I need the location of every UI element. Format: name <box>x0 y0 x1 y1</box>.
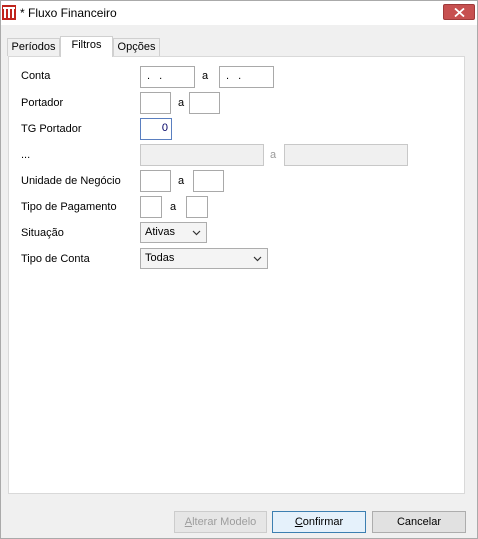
tg-portador-label: TG Portador <box>21 123 82 135</box>
tg-portador-field[interactable]: 0 <box>140 118 172 140</box>
close-button[interactable] <box>443 4 475 20</box>
tipo-pagamento-from-field[interactable] <box>140 196 162 218</box>
tab-filtros[interactable]: Filtros <box>60 36 113 57</box>
tipo-conta-selected-value: Todas <box>145 252 175 264</box>
confirmar-mnemonic: C <box>294 516 303 528</box>
unidade-negocio-label: Unidade de Negócio <box>21 175 121 187</box>
filters-panel: Conta . . a . . Portador a TG Portador 0… <box>8 56 465 494</box>
portador-separator: a <box>178 97 185 109</box>
conta-separator: a <box>202 70 209 82</box>
unidade-negocio-separator: a <box>178 175 185 187</box>
tipo-pagamento-separator: a <box>170 201 177 213</box>
alterar-modelo-button[interactable]: Alterar Modelo <box>174 511 267 533</box>
close-icon <box>454 8 465 17</box>
situacao-label: Situação <box>21 227 64 239</box>
window-title: * Fluxo Financeiro <box>20 6 117 20</box>
extra-filter-from-field <box>140 144 264 166</box>
chevron-down-icon <box>253 256 262 262</box>
alterar-modelo-label: lterar Modelo <box>192 516 257 528</box>
conta-to-field[interactable]: . . <box>219 66 274 88</box>
tipo-conta-dropdown[interactable]: Todas <box>140 248 268 269</box>
chevron-down-icon <box>192 230 201 236</box>
portador-label: Portador <box>21 97 64 109</box>
conta-label: Conta <box>21 70 51 82</box>
tab-label: Filtros <box>71 39 102 51</box>
tab-opcoes[interactable]: Opções <box>113 38 160 56</box>
unidade-negocio-to-field[interactable] <box>193 170 224 192</box>
portador-from-field[interactable] <box>140 92 171 114</box>
extra-filter-label: ... <box>21 149 31 161</box>
cancelar-button[interactable]: Cancelar <box>372 511 466 533</box>
tab-periodos[interactable]: Períodos <box>7 38 60 56</box>
confirmar-button[interactable]: Confirmar <box>272 511 366 533</box>
tipo-pagamento-label: Tipo de Pagamento <box>21 201 117 213</box>
cancelar-label: Cancelar <box>396 516 442 528</box>
app-logo-icon <box>2 5 16 20</box>
extra-filter-to-field <box>284 144 408 166</box>
situacao-selected-value: Ativas <box>145 226 175 238</box>
dialog-window: * Fluxo Financeiro Períodos Filtros Opçõ… <box>0 0 478 539</box>
tipo-conta-label: Tipo de Conta <box>21 253 90 265</box>
unidade-negocio-from-field[interactable] <box>140 170 171 192</box>
tipo-pagamento-to-field[interactable] <box>186 196 208 218</box>
tab-label: Períodos <box>11 41 56 53</box>
confirmar-label: onfirmar <box>302 516 344 528</box>
tab-label: Opções <box>117 41 156 53</box>
situacao-dropdown[interactable]: Ativas <box>140 222 207 243</box>
alterar-modelo-mnemonic: A <box>184 516 193 528</box>
extra-filter-separator: a <box>270 149 277 161</box>
conta-from-field[interactable]: . . <box>140 66 195 88</box>
portador-to-field[interactable] <box>189 92 220 114</box>
title-bar: * Fluxo Financeiro <box>1 1 477 25</box>
